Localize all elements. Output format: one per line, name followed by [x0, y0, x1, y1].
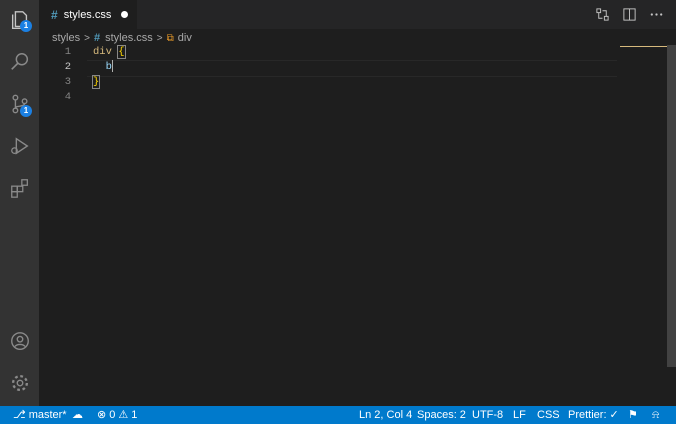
- cloud-sync-icon: ☁: [72, 409, 83, 421]
- code-lines: div { b }: [91, 45, 126, 105]
- css-file-icon: #: [93, 32, 101, 44]
- tab-styles-css[interactable]: # styles.css: [39, 0, 137, 29]
- compare-changes-icon[interactable]: [595, 7, 610, 22]
- editor-actions: [595, 7, 664, 22]
- error-count: 0: [109, 409, 116, 421]
- current-line-highlight: [87, 60, 617, 77]
- search-icon: [10, 53, 28, 70]
- prettier-status[interactable]: Prettier: ✓: [568, 406, 619, 424]
- tab-label: styles.css: [63, 8, 112, 21]
- code-editor[interactable]: 1 2 3 4 div { b }: [39, 45, 667, 406]
- sync-button[interactable]: ☁: [72, 406, 83, 424]
- breadcrumb-file[interactable]: styles.css: [105, 32, 153, 44]
- check-icon: ✓: [609, 409, 619, 421]
- run-debug-button[interactable]: [0, 127, 39, 165]
- feedback-button[interactable]: ⚑: [628, 406, 638, 424]
- code-line: b: [93, 60, 125, 75]
- close-brace: }: [91, 75, 101, 89]
- line-number-gutter: 1 2 3 4: [39, 45, 79, 105]
- split-editor-icon[interactable]: [622, 7, 637, 22]
- line-number: 3: [64, 76, 71, 88]
- bell-icon: ⍾: [652, 409, 660, 421]
- gear-icon: [11, 374, 28, 392]
- source-control-badge: 1: [20, 105, 32, 117]
- more-actions-icon[interactable]: [649, 7, 664, 22]
- open-brace: {: [117, 45, 126, 59]
- vertical-scrollbar[interactable]: [667, 45, 676, 367]
- breadcrumb: styles > # styles.css > ⧉ div: [52, 31, 192, 45]
- extensions-button[interactable]: [0, 169, 39, 207]
- error-icon: ⊗: [97, 409, 107, 421]
- end-of-line[interactable]: LF: [513, 406, 526, 424]
- source-control-button[interactable]: 1: [0, 85, 39, 123]
- breadcrumb-folder[interactable]: styles: [52, 32, 80, 44]
- account-icon: [10, 332, 29, 350]
- branch-name: master*: [28, 409, 67, 421]
- breadcrumb-symbol[interactable]: div: [178, 32, 192, 44]
- code-line: }: [91, 75, 125, 90]
- chevron-right-icon: >: [156, 32, 163, 44]
- symbol-structure-icon: ⧉: [166, 32, 174, 44]
- css-selector: div: [93, 46, 112, 58]
- warning-icon: ⚠: [118, 409, 129, 421]
- search-button[interactable]: [0, 43, 39, 81]
- indentation[interactable]: Spaces: 2: [417, 406, 466, 424]
- css-file-icon: #: [51, 7, 58, 22]
- explorer-badge: 1: [20, 20, 32, 32]
- line-number: 4: [64, 91, 71, 103]
- explorer-button[interactable]: 1: [0, 1, 39, 39]
- activity-bar: 1 1: [0, 0, 39, 406]
- line-number: 1: [64, 46, 71, 58]
- debug-icon: [10, 137, 29, 155]
- prettier-label: Prettier:: [568, 409, 607, 421]
- manage-button[interactable]: [0, 364, 39, 402]
- extensions-icon: [10, 179, 28, 198]
- status-bar: ⎇ master* ☁ ⊗ 0 ⚠ 1 Ln 2, Col 4 Spaces: …: [0, 406, 676, 424]
- encoding[interactable]: UTF-8: [472, 406, 503, 424]
- feedback-icon: ⚑: [628, 409, 638, 421]
- chevron-right-icon: >: [84, 32, 90, 44]
- git-branch-icon: ⎇: [13, 409, 26, 421]
- notifications-button[interactable]: ⍾: [652, 406, 659, 424]
- overview-ruler-marker: [620, 46, 667, 47]
- cursor-position[interactable]: Ln 2, Col 4: [359, 406, 412, 424]
- problems-indicator[interactable]: ⊗ 0 ⚠ 1: [97, 406, 137, 424]
- code-line: div {: [93, 45, 126, 60]
- accounts-button[interactable]: [0, 322, 39, 360]
- tab-bar: # styles.css: [39, 0, 676, 29]
- branch-indicator[interactable]: ⎇ master*: [13, 406, 67, 424]
- unsaved-dot-icon[interactable]: [121, 11, 128, 18]
- warning-count: 1: [131, 409, 138, 421]
- text-cursor: [111, 60, 113, 73]
- line-number: 2: [64, 61, 71, 73]
- language-mode[interactable]: CSS: [537, 406, 560, 424]
